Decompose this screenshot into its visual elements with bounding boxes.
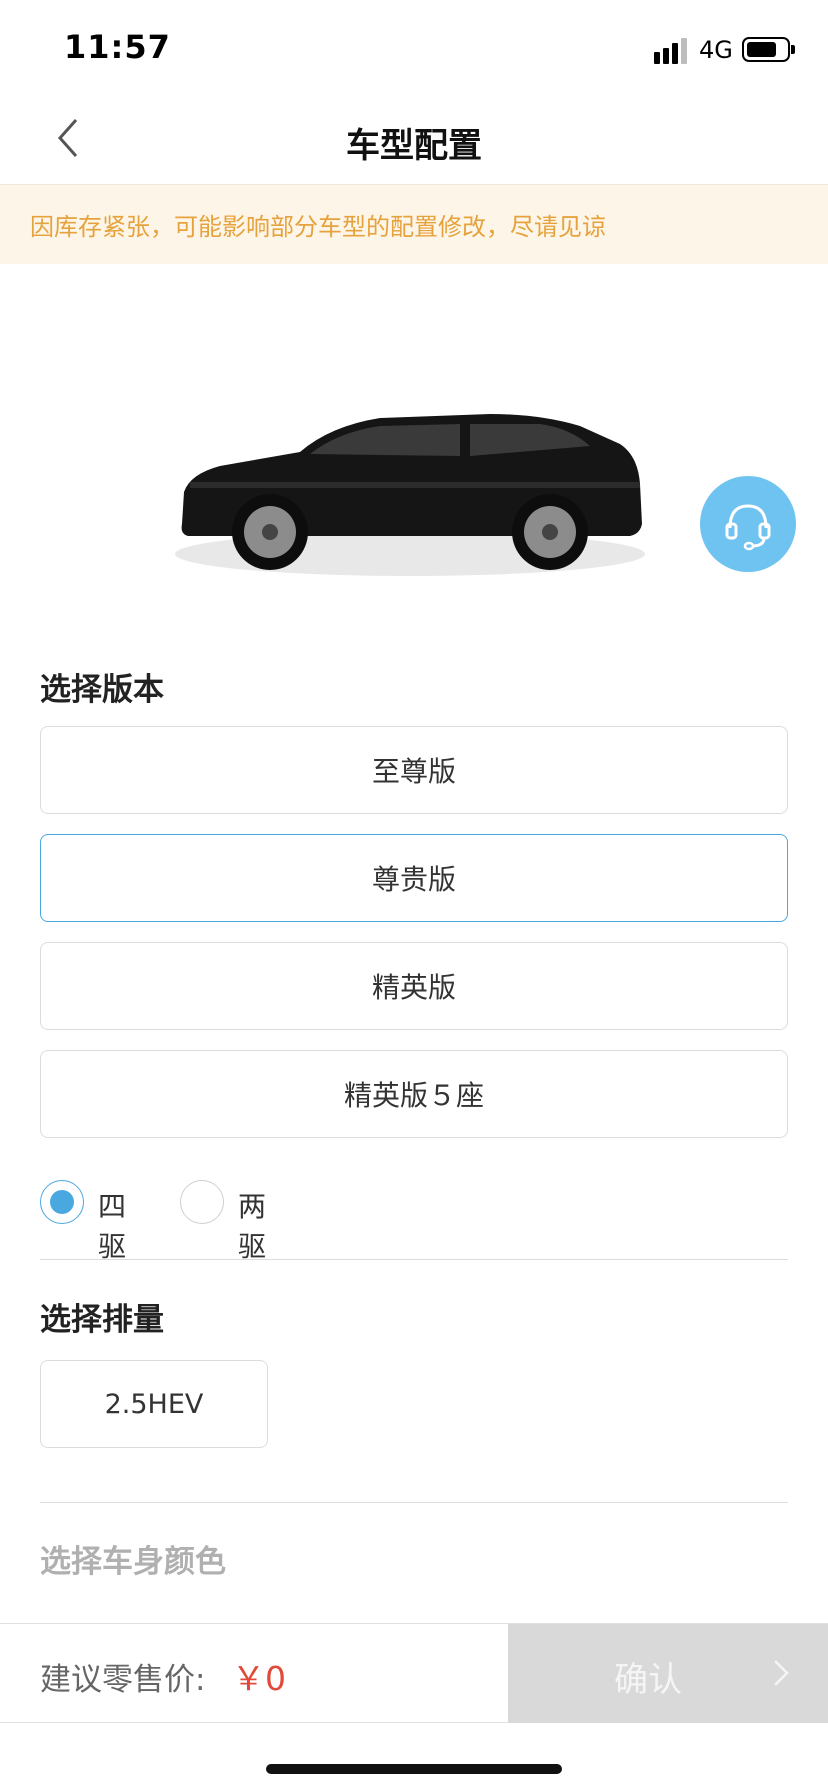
price-label: 建议零售价: (40, 1662, 206, 1698)
drive-label-2wd: 两驱 (238, 1190, 267, 1263)
status-time: 11:57 (64, 28, 171, 66)
divider (40, 1502, 788, 1503)
version-option-zungui[interactable]: 尊贵版 (40, 834, 788, 922)
price-value: ￥0 (232, 1659, 286, 1698)
car-image (175, 414, 645, 576)
notice-text: 因库存紧张，可能影响部分车型的配置修改，尽请见谅 (30, 213, 606, 241)
signal-icon (654, 38, 687, 64)
drive-radio-2wd[interactable] (180, 1180, 224, 1224)
page-title: 车型配置 (346, 126, 482, 166)
battery-fill (747, 42, 776, 57)
customer-service-button[interactable] (700, 476, 796, 572)
bottom-bar: 建议零售价: ￥0 确认 (0, 1623, 828, 1723)
divider (40, 1259, 788, 1260)
car-image-area (0, 264, 828, 634)
notice-banner: 因库存紧张，可能影响部分车型的配置修改，尽请见谅 (0, 184, 828, 264)
headset-icon (725, 504, 771, 551)
confirm-label: 确认 (614, 1660, 682, 1700)
version-option-zhizun[interactable]: 至尊版 (40, 726, 788, 814)
version-section-title: 选择版本 (40, 672, 164, 708)
drive-label-4wd: 四驱 (98, 1190, 127, 1263)
chevron-right-icon (774, 1660, 789, 1686)
displacement-section-title: 选择排量 (40, 1302, 164, 1338)
version-option-jingying-5-seat[interactable]: 精英版５座 (40, 1050, 788, 1138)
color-section-title: 选择车身颜色 (40, 1544, 226, 1580)
status-bar: 11:57 4G (0, 0, 828, 92)
nav-bar: 车型配置 (0, 92, 828, 184)
confirm-button[interactable]: 确认 (508, 1624, 828, 1723)
network-type: 4G (699, 36, 733, 64)
home-indicator (266, 1764, 562, 1774)
drive-radio-4wd[interactable] (40, 1180, 84, 1224)
battery-icon (742, 37, 790, 62)
battery-tip (791, 45, 795, 54)
version-option-jingying[interactable]: 精英版 (40, 942, 788, 1030)
displacement-option-2-5hev[interactable]: 2.5HEV (40, 1360, 268, 1448)
